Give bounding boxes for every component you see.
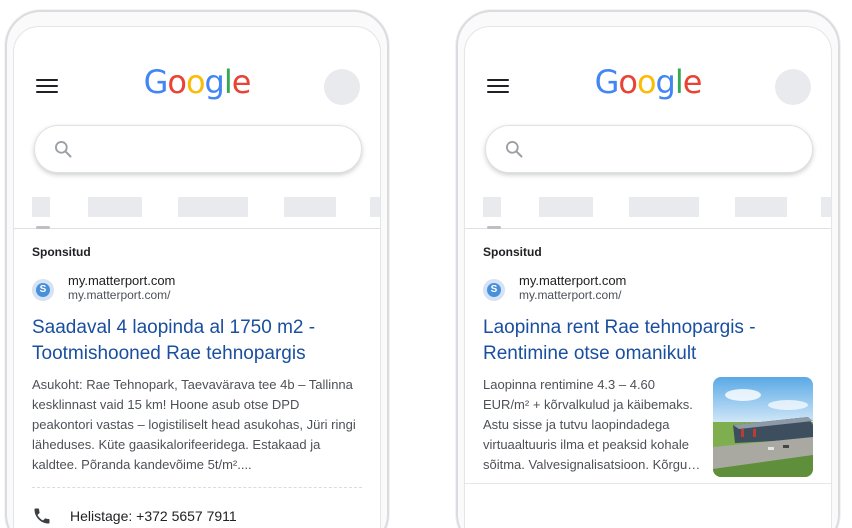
chip-placeholder[interactable] bbox=[32, 197, 50, 217]
avatar[interactable] bbox=[775, 69, 811, 105]
search-input[interactable] bbox=[34, 125, 362, 173]
ad-title-link[interactable]: Laopinna rent Rae tehnopargis - Rentimin… bbox=[483, 315, 813, 367]
favicon-letter: S bbox=[487, 283, 501, 297]
chip-placeholder[interactable] bbox=[539, 197, 593, 217]
ad-title-link[interactable]: Saadaval 4 laopinda al 1750 m2 - Tootmis… bbox=[32, 315, 362, 367]
chip-placeholder[interactable] bbox=[821, 197, 831, 217]
warehouse-photo bbox=[713, 377, 813, 477]
filter-chips bbox=[14, 195, 380, 229]
chip-placeholder[interactable] bbox=[284, 197, 336, 217]
site-name: my.matterport.com bbox=[68, 273, 176, 288]
site-favicon-icon: S bbox=[32, 279, 54, 301]
chip-placeholder[interactable] bbox=[178, 197, 248, 217]
avatar[interactable] bbox=[324, 69, 360, 105]
search-icon bbox=[55, 141, 72, 158]
logo-letter: g bbox=[204, 63, 225, 101]
logo-letter: o bbox=[636, 63, 657, 101]
chip-placeholder[interactable] bbox=[735, 197, 787, 217]
logo-letter: G bbox=[143, 63, 169, 101]
call-text: Helistage: +372 5657 7911 bbox=[70, 508, 237, 524]
chip-placeholder[interactable] bbox=[370, 197, 380, 217]
chip-placeholder[interactable] bbox=[88, 197, 142, 217]
logo-letter: l bbox=[223, 63, 233, 101]
logo-letter: o bbox=[167, 63, 187, 101]
ad-description: Laopinna rentimine 4.3 – 4.60 EUR/m² + k… bbox=[483, 377, 701, 472]
phone-mockup-left: Google Sponsitud S my.matterport.com my.… bbox=[5, 10, 389, 528]
advertiser-row[interactable]: S my.matterport.com my.matterport.com/ bbox=[483, 273, 813, 307]
ad-description: Asukoht: Rae Tehnopark, Taevavärava tee … bbox=[32, 377, 356, 472]
divider bbox=[32, 487, 362, 488]
logo-letter: l bbox=[674, 63, 684, 101]
sponsored-label: Sponsitud bbox=[32, 245, 91, 259]
logo-letter: G bbox=[594, 63, 620, 101]
logo-letter: e bbox=[231, 63, 252, 101]
sponsored-label: Sponsitud bbox=[483, 245, 542, 259]
result-divider bbox=[465, 483, 831, 484]
favicon-letter: S bbox=[36, 283, 50, 297]
advertiser-row[interactable]: S my.matterport.com my.matterport.com/ bbox=[32, 273, 362, 307]
search-input[interactable] bbox=[485, 125, 813, 173]
logo-letter: g bbox=[655, 63, 676, 101]
site-name: my.matterport.com bbox=[519, 273, 627, 288]
call-extension[interactable]: Helistage: +372 5657 7911 bbox=[32, 500, 362, 528]
warehouse-thumbnail-image[interactable] bbox=[713, 377, 813, 477]
filter-chips bbox=[465, 195, 831, 229]
phone-icon bbox=[34, 508, 50, 524]
logo-letter: o bbox=[185, 63, 206, 101]
active-chip-indicator bbox=[36, 226, 50, 229]
sponsored-ad: Sponsitud S my.matterport.com my.matterp… bbox=[32, 245, 362, 528]
active-chip-indicator bbox=[487, 226, 501, 229]
site-url: my.matterport.com/ bbox=[519, 288, 622, 302]
logo-letter: o bbox=[618, 63, 638, 101]
chip-placeholder[interactable] bbox=[483, 197, 501, 217]
chip-placeholder[interactable] bbox=[629, 197, 699, 217]
logo-letter: e bbox=[682, 63, 703, 101]
phone-screen-right: Google Sponsitud S my.matterport.com my.… bbox=[464, 26, 832, 528]
phone-screen-left: Google Sponsitud S my.matterport.com my.… bbox=[13, 26, 381, 528]
sponsored-ad: Sponsitud S my.matterport.com my.matterp… bbox=[483, 245, 813, 477]
site-url: my.matterport.com/ bbox=[68, 288, 171, 302]
phone-mockup-right: Google Sponsitud S my.matterport.com my.… bbox=[456, 10, 840, 528]
site-favicon-icon: S bbox=[483, 279, 505, 301]
search-icon bbox=[506, 141, 523, 158]
